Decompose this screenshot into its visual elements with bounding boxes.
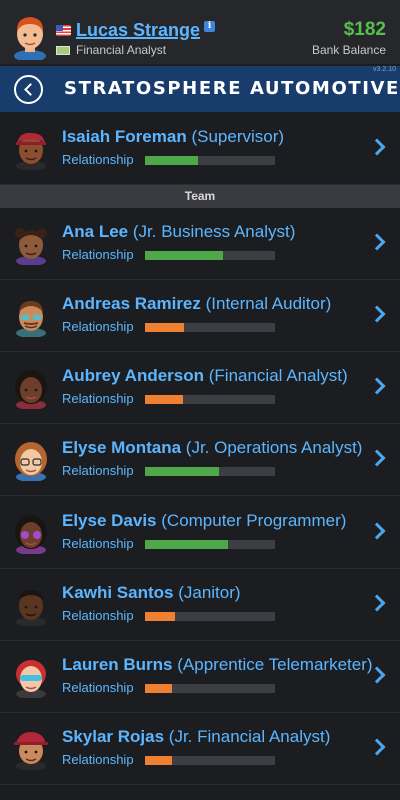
relationship-label: Relationship (62, 247, 134, 262)
relationship-bar-fill (145, 251, 223, 260)
employee-name: Lauren Burns (62, 655, 173, 674)
bank-balance-label: Bank Balance (311, 43, 386, 57)
team-member-row[interactable]: Elyse Montana (Jr. Operations Analyst) Re… (0, 424, 400, 496)
employee-name: Kawhi Santos (62, 583, 174, 602)
employee-name: Aubrey Anderson (62, 366, 205, 385)
team-member-row[interactable]: Lauren Burns (Apprentice Telemarketer) Re… (0, 641, 400, 713)
team-member-avatar (15, 515, 47, 554)
relationship-label: Relationship (62, 391, 134, 406)
bank-balance-value[interactable]: $182 (344, 19, 386, 41)
player-avatar[interactable] (10, 12, 50, 60)
team-member-row[interactable]: Aubrey Anderson (Financial Analyst) Relat… (0, 352, 400, 424)
supervisor-avatar (16, 132, 46, 170)
employee-role: (Apprentice Telemarketer) (177, 655, 373, 674)
relationship-bar (145, 684, 275, 693)
relationship-bar-fill (145, 323, 184, 332)
team-member-avatar (15, 370, 47, 409)
relationship-bar-fill (145, 395, 183, 404)
relationship-bar (145, 251, 275, 260)
section-header-team: Team (0, 185, 400, 208)
team-member-avatar (14, 732, 48, 770)
us-flag-icon (56, 25, 71, 36)
employee-name: Elyse Montana (62, 438, 182, 457)
employee-name: Skylar Rojas (62, 727, 165, 746)
employee-name: Isaiah Foreman (62, 127, 187, 146)
relationship-label: Relationship (62, 752, 134, 767)
version-label: v3.2.10 (373, 66, 396, 73)
team-member-row[interactable]: Kawhi Santos (Janitor) Relationship (0, 569, 400, 641)
chevron-right-icon[interactable] (368, 138, 386, 156)
employee-name: Andreas Ramirez (62, 294, 201, 313)
chevron-right-icon[interactable] (368, 594, 386, 612)
employee-role: (Janitor) (178, 583, 241, 602)
relationship-bar-fill (145, 467, 220, 476)
back-button[interactable] (14, 75, 43, 104)
employee-role: (Internal Auditor) (205, 294, 332, 313)
team-member-avatar (16, 301, 46, 337)
chevron-right-icon[interactable] (368, 738, 386, 756)
supervisor-row[interactable]: Isaiah Foreman (Supervisor) Relationship (0, 113, 400, 185)
player-name-link[interactable]: Lucas Strange (76, 20, 200, 41)
employee-role: (Financial Analyst) (208, 366, 348, 385)
chevron-right-icon[interactable] (368, 377, 386, 395)
relationship-bar-fill (145, 756, 173, 765)
company-header: STRATOSPHERE AUTOMOTIVE (0, 66, 400, 112)
relationship-label: Relationship (62, 319, 134, 334)
employee-role: (Jr. Financial Analyst) (168, 727, 331, 746)
team-member-avatar (15, 228, 47, 265)
relationship-bar (145, 756, 275, 765)
relationship-bar-fill (145, 540, 229, 549)
employee-name: Ana Lee (62, 222, 129, 241)
team-member-avatar (15, 442, 47, 481)
relationship-bar (145, 323, 275, 332)
team-member-row[interactable]: Ana Lee (Jr. Business Analyst) Relationsh… (0, 208, 400, 280)
relationship-bar-fill (145, 156, 199, 165)
relationship-bar-fill (145, 684, 173, 693)
relationship-bar-fill (145, 612, 175, 621)
relationship-bar (145, 467, 275, 476)
relationship-label: Relationship (62, 536, 134, 551)
employee-role: (Computer Programmer) (161, 511, 347, 530)
employee-role: (Supervisor) (191, 127, 285, 146)
employee-role: (Jr. Operations Analyst) (185, 438, 363, 457)
team-member-avatar (16, 590, 46, 626)
status-bar: Lucas Strange i Financial Analyst $182 B… (0, 0, 400, 64)
chevron-right-icon[interactable] (368, 522, 386, 540)
info-icon[interactable]: i (204, 21, 216, 32)
relationship-label: Relationship (62, 152, 134, 167)
relationship-bar (145, 540, 275, 549)
chevron-right-icon[interactable] (368, 449, 386, 467)
employee-role: (Jr. Business Analyst) (132, 222, 296, 241)
player-job-title: Financial Analyst (76, 43, 167, 57)
team-member-row[interactable]: Skylar Rojas (Jr. Financial Analyst) Rela… (0, 713, 400, 785)
relationship-bar (145, 612, 275, 621)
company-title: STRATOSPHERE AUTOMOTIVE (64, 78, 400, 99)
team-member-avatar (16, 660, 46, 698)
relationship-bar (145, 156, 275, 165)
chevron-right-icon[interactable] (368, 305, 386, 323)
cash-icon (56, 45, 70, 55)
employee-name: Elyse Davis (62, 511, 157, 530)
chevron-right-icon[interactable] (368, 233, 386, 251)
team-member-row[interactable]: Elyse Davis (Computer Programmer) Relatio… (0, 497, 400, 569)
relationship-bar (145, 395, 275, 404)
relationship-label: Relationship (62, 608, 134, 623)
relationship-label: Relationship (62, 680, 134, 695)
relationship-label: Relationship (62, 463, 134, 478)
team-member-row[interactable]: Andreas Ramirez (Internal Auditor) Relati… (0, 280, 400, 352)
